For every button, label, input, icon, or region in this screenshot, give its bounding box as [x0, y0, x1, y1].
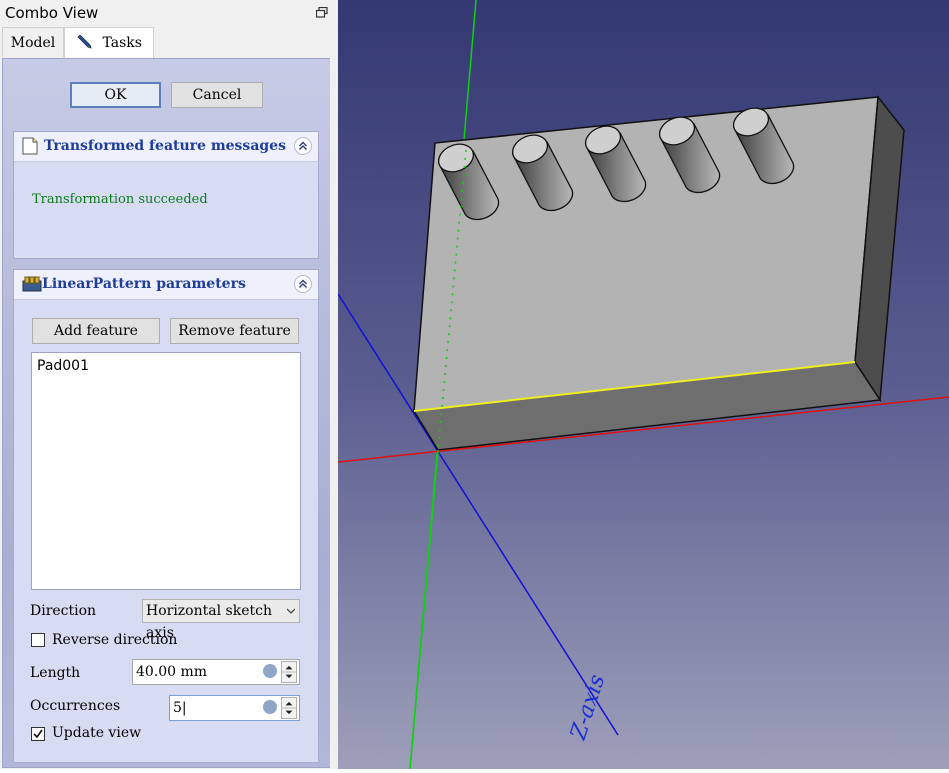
tab-tasks-label: Tasks — [102, 35, 142, 51]
3d-viewport[interactable]: Z-axis — [337, 0, 949, 770]
spin-arrows-icon[interactable] — [281, 661, 297, 683]
add-feature-button[interactable]: Add feature — [32, 318, 160, 344]
list-item[interactable]: Pad001 — [37, 358, 89, 374]
tab-bar: Model Tasks — [0, 26, 338, 58]
length-label: Length — [30, 665, 81, 681]
reverse-direction-label: Reverse direction — [52, 632, 178, 648]
messages-panel-title: Transformed feature messages — [44, 138, 286, 154]
linear-pattern-parameters-panel: LinearPattern parameters Add feature Rem… — [13, 269, 319, 763]
block-top-face[interactable] — [413, 96, 879, 412]
status-message: Transformation succeeded — [32, 192, 208, 207]
panel-splitter[interactable] — [330, 0, 338, 769]
messages-panel-header[interactable]: Transformed feature messages — [14, 132, 318, 162]
note-icon — [22, 137, 38, 155]
spin-arrows-icon[interactable] — [281, 697, 297, 719]
parameters-panel-header[interactable]: LinearPattern parameters — [14, 270, 318, 300]
expression-icon[interactable] — [263, 664, 277, 678]
tab-tasks[interactable]: Tasks — [64, 27, 154, 58]
parameters-panel-title: LinearPattern parameters — [42, 276, 246, 292]
reverse-direction-checkbox[interactable] — [31, 633, 45, 647]
task-panel: OK Cancel Transformed feature messages T… — [2, 58, 332, 768]
occurrences-spinbox[interactable]: 5| — [169, 695, 300, 721]
chevron-down-icon — [287, 608, 295, 614]
update-view-label: Update view — [52, 725, 142, 741]
float-window-icon[interactable] — [316, 7, 328, 18]
checkmark-icon — [33, 729, 43, 739]
cancel-button[interactable]: Cancel — [171, 82, 263, 108]
occurrences-label: Occurrences — [30, 698, 121, 714]
combo-view-titlebar: Combo View — [0, 0, 338, 26]
direction-label: Direction — [30, 603, 97, 619]
pencil-icon — [77, 35, 92, 49]
collapse-parameters-icon[interactable] — [294, 275, 312, 293]
tab-model[interactable]: Model — [2, 27, 64, 57]
tab-model-label: Model — [10, 35, 56, 51]
linear-pattern-icon — [22, 276, 42, 292]
length-spinbox[interactable]: 40.00 mm — [132, 659, 300, 685]
direction-select[interactable]: Horizontal sketch axis — [142, 599, 300, 641]
occurrences-value: 5| — [173, 700, 187, 716]
panel-title: Combo View — [5, 4, 99, 22]
remove-feature-button[interactable]: Remove feature — [170, 318, 299, 344]
expression-icon[interactable] — [263, 700, 277, 714]
feature-list[interactable]: Pad001 — [31, 352, 301, 590]
3d-scene[interactable] — [337, 0, 949, 770]
update-view-checkbox[interactable] — [31, 727, 45, 741]
messages-panel: Transformed feature messages Transformat… — [13, 131, 319, 259]
combo-view-panel: Combo View Model Tasks OK Cancel Transfo… — [0, 0, 338, 769]
collapse-messages-icon[interactable] — [294, 137, 312, 155]
length-value: 40.00 mm — [136, 664, 208, 680]
ok-button[interactable]: OK — [70, 82, 161, 108]
